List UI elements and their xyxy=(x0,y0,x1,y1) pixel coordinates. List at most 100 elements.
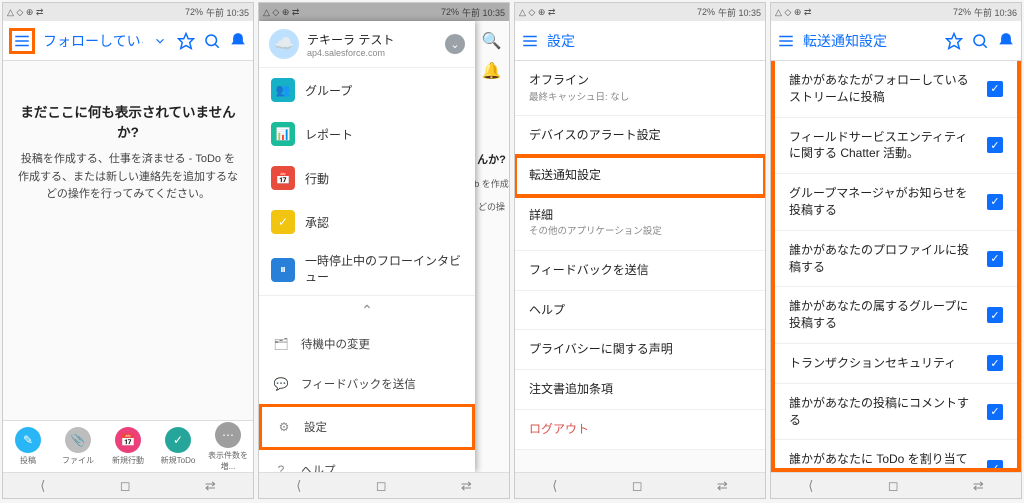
groups-icon: 👥 xyxy=(271,78,295,102)
nav-home-icon[interactable]: ◻ xyxy=(120,478,131,494)
chevron-down-icon[interactable] xyxy=(151,32,169,50)
user-org: ap4.salesforce.com xyxy=(307,48,437,58)
nav-home-icon[interactable]: ◻ xyxy=(376,478,387,494)
tab-todo[interactable]: ✓新規ToDo xyxy=(153,427,203,466)
drawer-item-pending-changes[interactable]: 🗂 待機中の変更 xyxy=(259,324,475,364)
checkbox-checked-icon[interactable]: ✓ xyxy=(987,404,1003,420)
nav-home-icon[interactable]: ◻ xyxy=(632,478,643,494)
settings-row-logout[interactable]: ログアウト xyxy=(515,410,765,450)
report-icon: 📊 xyxy=(271,122,295,146)
nav-recent-icon[interactable]: ⇄ xyxy=(717,478,728,494)
settings-row-offline[interactable]: オフライン最終キャッシュ日: なし xyxy=(515,61,765,116)
checkbox-checked-icon[interactable]: ✓ xyxy=(987,251,1003,267)
hamburger-icon[interactable] xyxy=(777,32,795,50)
push-row[interactable]: 誰かがあなたの属するグループに投稿する✓ xyxy=(775,287,1017,344)
checkbox-checked-icon[interactable]: ✓ xyxy=(987,307,1003,323)
status-time: 午前 10:35 xyxy=(206,6,249,19)
settings-row-help[interactable]: ヘルプ xyxy=(515,291,765,331)
nav-recent-icon[interactable]: ⇄ xyxy=(205,478,216,494)
background-peek: 🔍 🔔 んか? b を作成 どの操 xyxy=(473,21,509,472)
push-row[interactable]: グループマネージャがお知らせを投稿する✓ xyxy=(775,174,1017,231)
drawer-item-groups[interactable]: 👥 グループ xyxy=(259,68,475,112)
hamburger-icon[interactable] xyxy=(13,32,31,50)
checkbox-checked-icon[interactable]: ✓ xyxy=(987,81,1003,97)
page-title: 転送通知設定 xyxy=(803,31,937,51)
star-icon[interactable] xyxy=(945,32,963,50)
collapse-handle[interactable]: ⌃ xyxy=(259,295,475,324)
drawer-item-help[interactable]: ? ヘルプ xyxy=(259,450,475,472)
settings-row-feedback[interactable]: フィードバックを送信 xyxy=(515,251,765,291)
android-nav: ⟨ ◻ ⇄ xyxy=(259,472,509,498)
search-icon[interactable] xyxy=(971,32,989,50)
pending-icon: 🗂 xyxy=(271,332,291,356)
user-name: テキーラ テスト xyxy=(307,31,437,48)
help-icon: ? xyxy=(271,458,291,472)
bell-icon[interactable]: 🔔 xyxy=(482,61,502,81)
nav-recent-icon[interactable]: ⇄ xyxy=(973,478,984,494)
feed-content: まだここに何も表示されていませんか? 投稿を作成する、仕事を済ませる - ToD… xyxy=(3,61,253,420)
nav-drawer: ☁️ テキーラ テスト ap4.salesforce.com ⌄ 👥 グループ … xyxy=(259,21,475,472)
drawer-item-reports[interactable]: 📊 レポート xyxy=(259,112,475,156)
bell-icon[interactable] xyxy=(997,32,1015,50)
drawer-item-feedback[interactable]: 💬 フィードバックを送信 xyxy=(259,364,475,404)
empty-state-body: 投稿を作成する、仕事を済ませる - ToDo を作成する、または新しい連絡先を追… xyxy=(17,151,239,204)
chevron-down-icon[interactable]: ⌄ xyxy=(445,34,465,54)
push-settings-list: 誰かがあなたがフォローしているストリームに投稿✓ フィールドサービスエンティティ… xyxy=(771,61,1021,472)
nav-back-icon[interactable]: ⟨ xyxy=(808,478,813,494)
star-icon[interactable] xyxy=(177,32,195,50)
push-row[interactable]: フィールドサービスエンティティに関する Chatter 活動。✓ xyxy=(775,118,1017,175)
page-title[interactable]: フォローしているもの xyxy=(43,31,143,51)
push-row[interactable]: 誰かがあなたの投稿にコメントする✓ xyxy=(775,384,1017,441)
search-icon[interactable]: 🔍 xyxy=(482,31,502,51)
drawer-item-settings[interactable]: ⚙ 設定 xyxy=(259,404,475,450)
phone-3-settings: △ ◇ ⊕ ⇄ 72%午前 10:35 設定 オフライン最終キャッシュ日: なし… xyxy=(514,2,766,499)
settings-row-advanced[interactable]: 詳細その他のアプリケーション設定 xyxy=(515,196,765,251)
android-nav: ⟨ ◻ ⇄ xyxy=(515,472,765,498)
tab-post[interactable]: ✎投稿 xyxy=(3,427,53,466)
settings-row-push-settings[interactable]: 転送通知設定 xyxy=(515,156,765,196)
tab-more[interactable]: ⋯表示件数を増... xyxy=(203,422,253,472)
flow-icon: ⏸ xyxy=(271,258,295,282)
approval-icon: ✓ xyxy=(271,210,295,234)
drawer-item-paused-flows[interactable]: ⏸ 一時停止中のフローインタビュー xyxy=(259,244,475,295)
app-bar: フォローしているもの xyxy=(3,21,253,61)
drawer-item-events[interactable]: 📅 行動 xyxy=(259,156,475,200)
tab-event[interactable]: 📅新規行動 xyxy=(103,427,153,466)
page-title: 設定 xyxy=(547,31,759,51)
bottom-tabs: ✎投稿 📎ファイル 📅新規行動 ✓新規ToDo ⋯表示件数を増... xyxy=(3,420,253,472)
chevron-up-icon: ⌃ xyxy=(357,300,377,320)
drawer-header[interactable]: ☁️ テキーラ テスト ap4.salesforce.com ⌄ xyxy=(259,21,475,68)
push-row[interactable]: 誰かがあなたのプロファイルに投稿する✓ xyxy=(775,231,1017,288)
nav-back-icon[interactable]: ⟨ xyxy=(40,478,45,494)
search-icon[interactable] xyxy=(203,32,221,50)
android-nav: ⟨ ◻ ⇄ xyxy=(3,472,253,498)
nav-recent-icon[interactable]: ⇄ xyxy=(461,478,472,494)
checkbox-checked-icon[interactable]: ✓ xyxy=(987,460,1003,472)
status-bar: △ ◇ ⊕ ⇄ 72%午前 10:36 xyxy=(771,3,1021,21)
settings-list: オフライン最終キャッシュ日: なし デバイスのアラート設定 転送通知設定 詳細そ… xyxy=(515,61,765,450)
status-battery: 72% xyxy=(185,7,203,17)
app-bar: 設定 xyxy=(515,21,765,61)
nav-home-icon[interactable]: ◻ xyxy=(888,478,899,494)
calendar-icon: 📅 xyxy=(271,166,295,190)
push-row[interactable]: 誰かがあなたがフォローしているストリームに投稿✓ xyxy=(775,61,1017,118)
hamburger-icon[interactable] xyxy=(521,32,539,50)
settings-row-order-terms[interactable]: 注文書追加条項 xyxy=(515,370,765,410)
settings-row-privacy[interactable]: プライバシーに関する声明 xyxy=(515,330,765,370)
tab-file[interactable]: 📎ファイル xyxy=(53,427,103,466)
push-row[interactable]: トランザクションセキュリティ✓ xyxy=(775,344,1017,384)
nav-back-icon[interactable]: ⟨ xyxy=(296,478,301,494)
highlight-hamburger xyxy=(9,28,35,54)
checkbox-checked-icon[interactable]: ✓ xyxy=(987,194,1003,210)
push-row[interactable]: 誰かがあなたに ToDo を割り当てる✓ xyxy=(775,440,1017,472)
bell-icon[interactable] xyxy=(229,32,247,50)
checkbox-checked-icon[interactable]: ✓ xyxy=(987,355,1003,371)
nav-back-icon[interactable]: ⟨ xyxy=(552,478,557,494)
status-bar: △ ◇ ⊕ ⇄ 72%午前 10:35 xyxy=(515,3,765,21)
drawer-item-approvals[interactable]: ✓ 承認 xyxy=(259,200,475,244)
empty-state-title: まだここに何も表示されていませんか? xyxy=(17,101,239,141)
settings-row-device-alerts[interactable]: デバイスのアラート設定 xyxy=(515,116,765,156)
checkbox-checked-icon[interactable]: ✓ xyxy=(987,137,1003,153)
status-bar: △ ◇ ⊕ ⇄ 72% 午前 10:35 xyxy=(3,3,253,21)
status-icons: △ ◇ ⊕ ⇄ xyxy=(7,7,43,18)
